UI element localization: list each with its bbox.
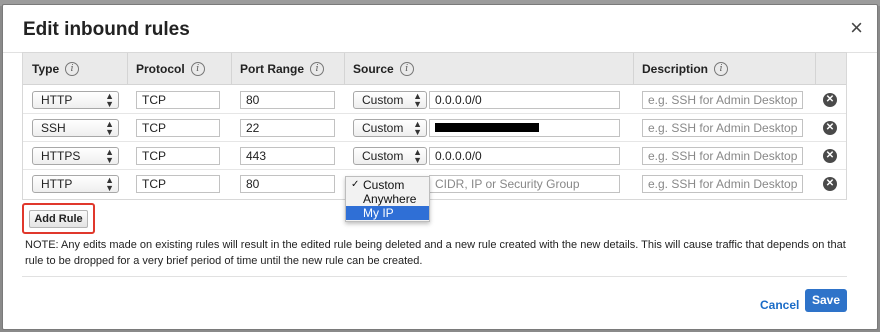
dropdown-option-my-ip[interactable]: My IP [346,206,429,220]
source-cidr-input[interactable]: 0.0.0.0/0 [429,147,620,165]
column-source: Source i [353,62,414,76]
description-input[interactable]: e.g. SSH for Admin Desktop [642,147,803,165]
rule-row: HTTP ▲ ▼ TCP 80 Custom ▲ ▼ 0.0.0.0/0 e.g. … [23,86,846,114]
port-range-input[interactable]: 80 [240,175,335,193]
select-arrows-icon: ▲ ▼ [105,91,114,109]
select-arrows-icon: ▲ ▼ [105,147,114,165]
source-select[interactable]: Custom ▲ ▼ [353,119,427,137]
column-protocol: Protocol i [136,62,205,76]
remove-rule-icon[interactable]: ✕ [823,93,837,107]
column-protocol-label: Protocol [136,62,185,76]
source-select[interactable]: Custom ▲ ▼ [353,91,427,109]
source-cidr-input[interactable] [429,119,620,137]
info-icon[interactable]: i [399,62,414,76]
column-description-label: Description [642,62,709,76]
rules-table: Type i Protocol i Port Range i Source i … [22,52,847,200]
port-range-input[interactable]: 80 [240,91,335,109]
type-select-value: HTTPS [41,149,81,163]
dropdown-option-label: My IP [363,206,394,220]
column-type: Type i [32,62,80,76]
rule-row: SSH ▲ ▼ TCP 22 Custom ▲ ▼ e.g. SSH for Adm… [23,114,846,142]
port-range-input[interactable]: 443 [240,147,335,165]
select-arrows-icon: ▲ ▼ [413,91,422,109]
info-icon[interactable]: i [310,62,325,76]
type-select[interactable]: HTTP ▲ ▼ [32,91,119,109]
rule-row: HTTPS ▲ ▼ TCP 443 Custom ▲ ▼ 0.0.0.0/0 e.g… [23,142,846,170]
description-input[interactable]: e.g. SSH for Admin Desktop [642,91,803,109]
save-button[interactable]: Save [805,289,847,312]
dialog-header: Edit inbound rules × [3,5,877,53]
remove-rule-icon[interactable]: ✕ [823,177,837,191]
add-rule-button[interactable]: Add Rule [29,210,88,228]
column-divider [633,53,634,85]
column-port-range-label: Port Range [240,62,305,76]
source-select-value: Custom [362,149,404,163]
protocol-field: TCP [136,147,220,165]
rule-row: HTTP ▲ ▼ TCP 80 CIDR, IP or Security Grou… [23,170,846,198]
protocol-field: TCP [136,119,220,137]
source-dropdown-menu: ✓ Custom Anywhere My IP [345,176,430,222]
column-type-label: Type [32,62,60,76]
redacted-value [435,123,539,132]
description-input[interactable]: e.g. SSH for Admin Desktop [642,119,803,137]
protocol-field: TCP [136,91,220,109]
type-select[interactable]: HTTPS ▲ ▼ [32,147,119,165]
remove-rule-icon[interactable]: ✕ [823,121,837,135]
dropdown-option-label: Anywhere [363,192,417,206]
source-select-value: Custom [362,93,404,107]
dropdown-option-custom[interactable]: ✓ Custom [346,178,429,192]
column-port-range: Port Range i [240,62,325,76]
remove-rule-icon[interactable]: ✕ [823,149,837,163]
checkmark-icon: ✓ [351,179,360,190]
port-range-input[interactable]: 22 [240,119,335,137]
column-divider [815,53,816,85]
type-select-value: SSH [41,121,66,135]
type-select-value: HTTP [41,93,73,107]
close-icon[interactable]: × [850,17,863,39]
dialog-title: Edit inbound rules [23,19,190,40]
select-arrows-icon: ▲ ▼ [413,119,422,137]
add-rule-highlight: Add Rule [22,203,95,234]
type-select[interactable]: HTTP ▲ ▼ [32,175,119,193]
cancel-button[interactable]: Cancel [760,298,799,312]
protocol-field: TCP [136,175,220,193]
info-icon[interactable]: i [65,62,80,76]
select-arrows-icon: ▲ ▼ [105,119,114,137]
select-arrows-icon: ▲ ▼ [105,175,114,193]
column-divider [231,53,232,85]
edit-note: NOTE: Any edits made on existing rules w… [25,239,846,267]
source-cidr-input[interactable]: 0.0.0.0/0 [429,91,620,109]
info-icon[interactable]: i [190,62,205,76]
source-select-value: Custom [362,121,404,135]
dropdown-option-anywhere[interactable]: Anywhere [346,192,429,206]
source-cidr-input[interactable]: CIDR, IP or Security Group [429,175,620,193]
footer-divider [22,276,847,277]
info-icon[interactable]: i [714,62,729,76]
source-select[interactable]: Custom ▲ ▼ [353,147,427,165]
column-description: Description i [642,62,729,76]
dropdown-option-label: Custom [363,178,405,192]
column-divider [127,53,128,85]
type-select-value: HTTP [41,177,73,191]
table-header: Type i Protocol i Port Range i Source i … [23,53,846,85]
column-divider [344,53,345,85]
column-source-label: Source [353,62,394,76]
select-arrows-icon: ▲ ▼ [413,147,422,165]
description-input[interactable]: e.g. SSH for Admin Desktop [642,175,803,193]
type-select[interactable]: SSH ▲ ▼ [32,119,119,137]
